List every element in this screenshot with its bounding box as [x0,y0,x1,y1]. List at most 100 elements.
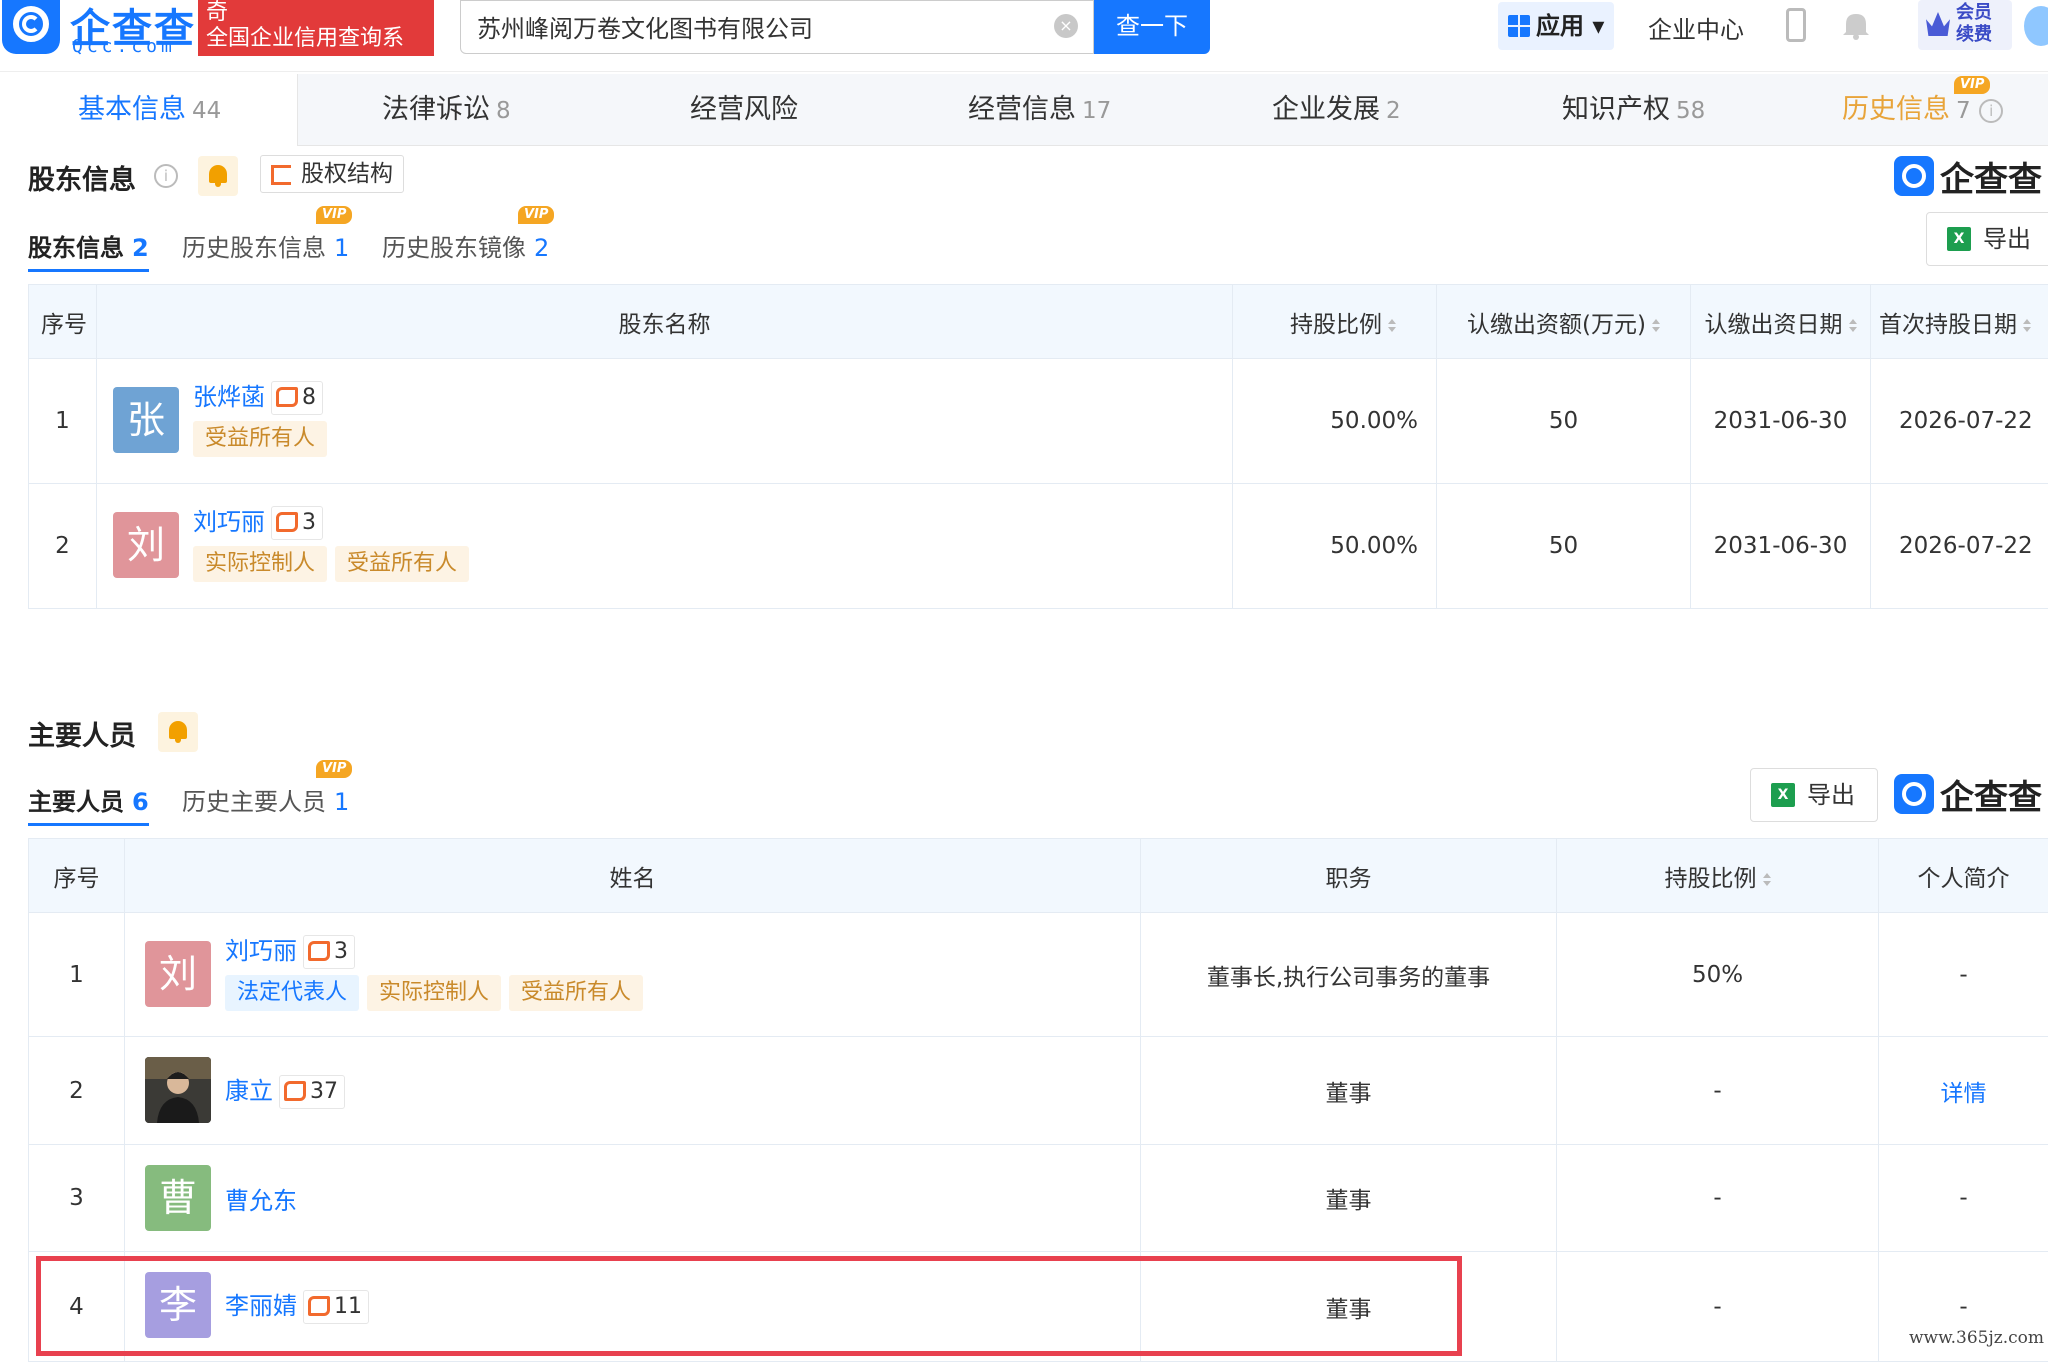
avatar-photo[interactable] [145,1057,211,1123]
tab-basic-info[interactable]: 基本信息44 [0,74,298,146]
amount-cell: 50 [1437,359,1691,484]
equity-structure-button[interactable]: 股权结构 [260,155,404,193]
person-name-link[interactable]: 曹允东 [225,1187,297,1215]
amount-cell: 50 [1437,484,1691,609]
subtab-history-personnel[interactable]: 历史主要人员1 [182,782,349,826]
vip-badge: VIP [316,760,352,778]
avatar[interactable]: 刘 [145,941,211,1007]
col-header: 序号 [29,839,125,913]
table-header-row: 序号 姓名 职务 持股比例 个人简介 [29,839,2048,913]
tag-list: 受益所有人 [193,421,335,457]
relation-count-badge[interactable]: 3 [271,506,323,540]
relation-count-badge[interactable]: 8 [271,381,323,415]
tab-operating-info[interactable]: 经营信息17 [968,74,1111,146]
highlight-box [36,1256,1462,1356]
vip-badge: VIP [316,206,352,224]
row-number: 2 [29,1037,125,1145]
qcc-logo-icon[interactable] [2,0,60,54]
export-label: 导出 [1983,225,2031,253]
info-icon[interactable]: i [154,164,178,188]
search-button[interactable]: 查一下 [1094,0,1210,54]
date-cell: 2031-06-30 [1691,484,1871,609]
ratio-cell: - [1557,1145,1879,1252]
export-button[interactable]: X导出 [1926,212,2048,266]
subtab-shareholders[interactable]: 股东信息2 [28,228,149,272]
avatar[interactable]: 刘 [113,512,179,578]
subscribe-bell-icon[interactable] [198,156,238,196]
col-header-sortable[interactable]: 认缴出资日期 [1691,285,1871,359]
subscribe-bell-icon[interactable] [158,712,198,752]
subtab-key-personnel[interactable]: 主要人员6 [28,782,149,826]
sort-icon [1388,319,1396,333]
person-name-row: 曹允东 [225,1181,297,1216]
vip-renew-button[interactable]: 会员续费 [1918,0,2012,50]
vip-badge: VIP [518,206,554,224]
subtab-history-shareholders[interactable]: 历史股东信息1 [182,228,349,272]
col-header: 序号 [29,285,97,359]
excel-icon: X [1771,783,1795,807]
slogan-line-1: 奇 [206,0,426,26]
person-photo-icon [145,1057,211,1123]
ratio-cell: 50% [1557,913,1879,1037]
avatar[interactable]: 曹 [145,1165,211,1231]
col-header: 个人简介 [1879,839,2048,913]
person-name-link[interactable]: 康立 [225,1077,273,1105]
table-row: 1 刘 刘巧丽3 法定代表人实际控制人受益所有人 董事长,执行公司事务的董事 5… [29,913,2048,1037]
tab-legal[interactable]: 法律诉讼8 [382,74,511,146]
table-row: 3 曹 曹允东 董事 - - [29,1145,2048,1252]
position-cell: 董事长,执行公司事务的董事 [1141,913,1557,1037]
vip-line-1: 会员 [1956,2,1992,24]
person-cell: 康立37 [125,1037,1141,1145]
row-number: 1 [29,359,97,484]
avatar[interactable]: 张 [113,387,179,453]
person-name-row: 张烨菡8 [193,377,323,415]
person-name-link[interactable]: 刘巧丽 [193,508,265,536]
app-menu-button[interactable]: 应用 ▾ [1498,2,1614,50]
qcc-brand-logo: 企查查 [1894,774,2048,816]
info-icon: i [1979,99,2003,123]
col-header-sortable[interactable]: 认缴出资额(万元) [1437,285,1691,359]
table-header-row: 序号 股东名称 持股比例 认缴出资额(万元) 认缴出资日期 首次持股日期 [29,285,2048,359]
relation-graph-icon [308,941,330,961]
qcc-brand-logo: 企查查 [1894,156,2048,198]
person-name-link[interactable]: 张烨菡 [193,383,265,411]
ratio-cell: 50.00% [1233,484,1437,609]
sort-icon [1849,319,1857,333]
intro-detail-link[interactable]: 详情 [1879,1037,2048,1145]
vip-line-2: 续费 [1956,24,1992,46]
col-header: 职务 [1141,839,1557,913]
tab-development[interactable]: 企业发展2 [1272,74,1401,146]
person-name-link[interactable]: 刘巧丽 [225,937,297,965]
user-avatar[interactable] [2024,6,2048,46]
person-cell: 刘 刘巧丽3 法定代表人实际控制人受益所有人 [125,913,1141,1037]
phone-icon[interactable] [1786,8,1806,42]
first-date-cell: 2026-07-22 [1871,359,2048,484]
personnel-title: 主要人员 [28,714,136,753]
tag-list: 法定代表人实际控制人受益所有人 [225,975,651,1011]
slogan-banner: 奇 全国企业信用查询系 [198,0,434,56]
table-row: 2 康立37 董事 - 详情 [29,1037,2048,1145]
col-header-sortable[interactable]: 首次持股日期 [1871,285,2048,359]
brand-logo-text: 企查查 [1940,152,2042,201]
first-date-cell: 2026-07-22 [1871,484,2048,609]
person-name-row: 康立37 [225,1071,345,1109]
clear-icon[interactable]: × [1054,14,1078,38]
tab-operating-risk[interactable]: 经营风险 [690,74,798,146]
col-header-sortable[interactable]: 持股比例 [1557,839,1879,913]
row-number: 1 [29,913,125,1037]
relation-count-badge[interactable]: 37 [279,1075,345,1109]
person-name-row: 刘巧丽3 [225,931,355,969]
enterprise-center-link[interactable]: 企业中心 [1648,10,1744,45]
relation-count-badge[interactable]: 3 [303,935,355,969]
subtab-history-mirror[interactable]: 历史股东镜像2 [382,228,549,272]
person-cell: 曹 曹允东 [125,1145,1141,1252]
notification-bell-icon[interactable] [1842,10,1870,40]
ratio-cell: - [1557,1037,1879,1145]
col-header-sortable[interactable]: 持股比例 [1233,285,1437,359]
position-cell: 董事 [1141,1145,1557,1252]
apps-grid-icon [1508,15,1530,37]
search-input[interactable] [461,1,1021,51]
tab-ip[interactable]: 知识产权58 [1562,74,1705,146]
intro-cell: - [1879,1145,2048,1252]
export-button[interactable]: X导出 [1750,768,1878,822]
